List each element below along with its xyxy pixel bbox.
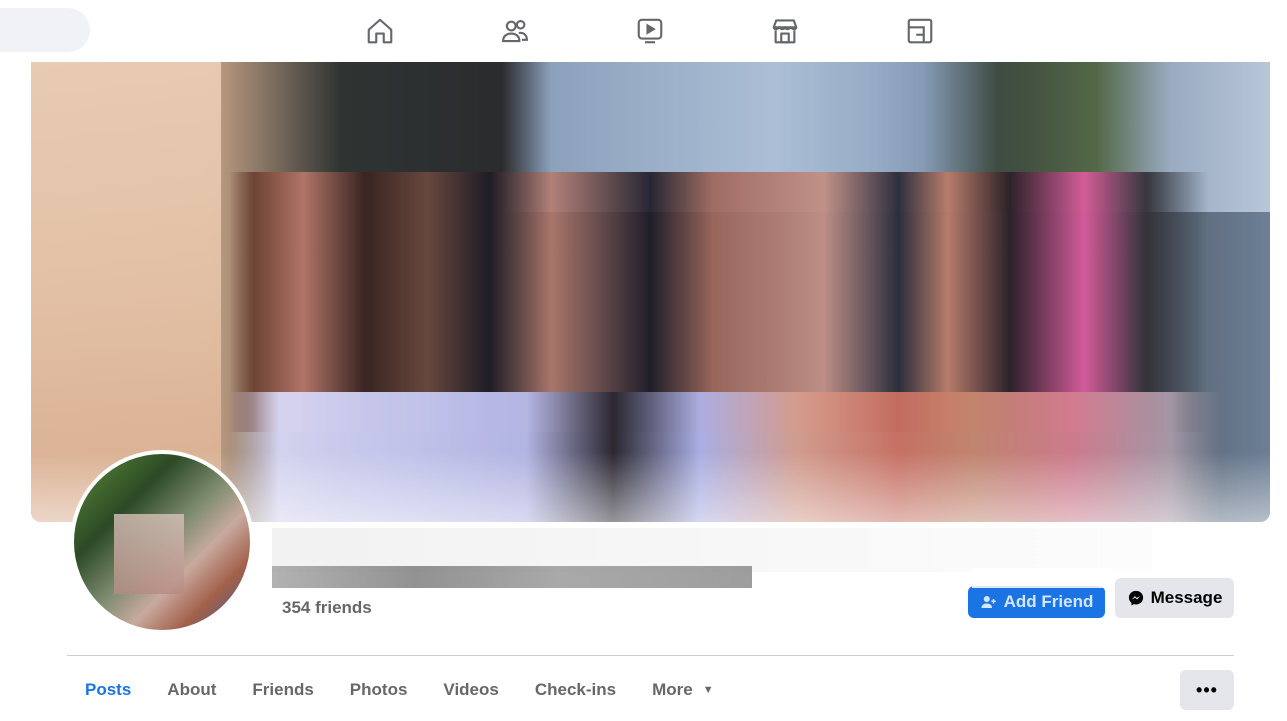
add-friend-icon <box>981 596 996 608</box>
more-options-button[interactable]: ••• <box>1180 670 1234 710</box>
profile-avatar[interactable] <box>70 450 254 634</box>
home-icon[interactable] <box>363 14 397 48</box>
watch-icon[interactable] <box>633 14 667 48</box>
avatar-face-region <box>114 514 184 594</box>
add-friend-redaction <box>972 568 1112 588</box>
profile-subtitle-redacted <box>272 566 752 588</box>
tabs-divider <box>67 655 1234 656</box>
tab-label: Friends <box>252 680 314 699</box>
profile-tabs: Posts About Friends Photos Videos Check-… <box>67 664 732 716</box>
add-friend-button[interactable]: Add Friend <box>968 568 1112 618</box>
top-navigation-bar <box>0 0 1287 62</box>
tab-about[interactable]: About <box>149 664 234 716</box>
tab-photos[interactable]: Photos <box>332 664 426 716</box>
caret-down-icon: ▼ <box>702 684 714 696</box>
messenger-icon <box>1128 590 1143 606</box>
message-label: Message <box>1150 588 1223 607</box>
gaming-icon[interactable] <box>903 14 937 48</box>
tab-friends[interactable]: Friends <box>234 664 331 716</box>
tab-label: About <box>167 680 217 699</box>
tab-label: Check-ins <box>534 680 617 699</box>
marketplace-icon[interactable] <box>768 14 802 48</box>
tab-label: Posts <box>85 680 132 699</box>
friends-count[interactable]: 354 friends <box>282 598 372 618</box>
friends-icon[interactable] <box>498 14 532 48</box>
tab-more[interactable]: More ▼ <box>634 664 732 716</box>
tab-check-ins[interactable]: Check-ins <box>517 664 634 716</box>
tab-label: Videos <box>443 680 499 699</box>
cover-photo[interactable] <box>31 62 1270 522</box>
tab-videos[interactable]: Videos <box>425 664 516 716</box>
search-input[interactable] <box>0 8 90 52</box>
tab-label: Photos <box>349 680 408 699</box>
message-button[interactable]: Message <box>1115 578 1234 618</box>
tab-label: More <box>652 680 693 699</box>
tab-posts[interactable]: Posts <box>67 664 149 716</box>
add-friend-label: Add Friend <box>1003 592 1094 611</box>
